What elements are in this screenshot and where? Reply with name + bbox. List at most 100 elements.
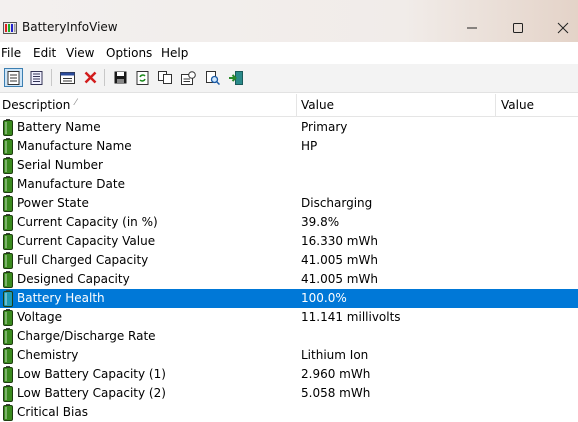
battery-icon [3, 195, 13, 212]
menu-options[interactable]: Options [106, 46, 152, 60]
menu-view[interactable]: View [66, 46, 94, 60]
list-item-description: Charge/Discharge Rate [17, 329, 156, 343]
battery-icon [3, 347, 13, 364]
list-item-description: Power State [17, 196, 89, 210]
battery-icon [3, 404, 13, 421]
list-item[interactable]: Voltage 11.141 millivolts [0, 308, 578, 327]
refresh-icon [136, 70, 149, 85]
list-item-value: Primary [301, 120, 348, 134]
list-item[interactable]: Current Capacity (in %) 39.8% [0, 213, 578, 232]
find-button[interactable] [203, 68, 222, 87]
list-item-description: Manufacture Date [17, 177, 125, 191]
toolbar [0, 64, 578, 93]
html-report-button[interactable] [179, 68, 198, 87]
battery-icon [3, 309, 13, 326]
list-item-value: 11.141 millivolts [301, 310, 401, 324]
battery-log-view-icon [30, 70, 43, 85]
list-item[interactable]: Battery Name Primary [0, 118, 578, 137]
list-item-value: 2.960 mWh [301, 367, 371, 381]
properties-button[interactable] [58, 68, 77, 87]
column-header-value[interactable]: Value [301, 98, 334, 112]
maximize-button[interactable] [495, 14, 541, 42]
list-item-value: 41.005 mWh [301, 253, 378, 267]
list-item-value: 16.330 mWh [301, 234, 378, 248]
list-item-description: Low Battery Capacity (1) [17, 367, 166, 381]
menu-file[interactable]: File [1, 46, 21, 60]
list-item[interactable]: Current Capacity Value 16.330 mWh [0, 232, 578, 251]
column-header-value-2[interactable]: Value [501, 98, 534, 112]
list-item-description: Designed Capacity [17, 272, 130, 286]
list-item[interactable]: Designed Capacity 41.005 mWh [0, 270, 578, 289]
list-item-value: HP [301, 139, 318, 153]
battery-icon [3, 138, 13, 155]
refresh-button[interactable] [133, 68, 152, 87]
battery-icon [3, 271, 13, 288]
list-item-value: 41.005 mWh [301, 272, 378, 286]
close-button[interactable] [540, 14, 578, 42]
html-report-icon [181, 70, 196, 85]
battery-icon [3, 366, 13, 383]
window-title: BatteryInfoView [22, 20, 118, 34]
list-item[interactable]: Manufacture Name HP [0, 137, 578, 156]
menu-help[interactable]: Help [161, 46, 188, 60]
maximize-icon [513, 23, 523, 33]
battery-info-view-button[interactable] [4, 68, 23, 87]
minimize-icon [467, 27, 477, 29]
battery-icon [3, 214, 13, 231]
battery-icon [3, 157, 13, 174]
exit-icon [228, 70, 243, 85]
list-item-description: Current Capacity (in %) [17, 215, 158, 229]
delete-button[interactable] [81, 68, 100, 87]
battery-icon [3, 252, 13, 269]
list-item-description: Serial Number [17, 158, 103, 172]
list-item[interactable]: Manufacture Date [0, 175, 578, 194]
battery-log-view-button[interactable] [27, 68, 46, 87]
list-item-value: 5.058 mWh [301, 386, 371, 400]
copy-icon [158, 71, 172, 84]
list-item[interactable]: Power State Discharging [0, 194, 578, 213]
list-item[interactable]: Critical Bias [0, 403, 578, 422]
battery-icon [3, 328, 13, 345]
menu-bar: File Edit View Options Help [0, 42, 578, 64]
list-item[interactable]: Low Battery Capacity (2) 5.058 mWh [0, 384, 578, 403]
list-item[interactable]: Full Charged Capacity 41.005 mWh [0, 251, 578, 270]
sort-indicator: ⁄ [75, 98, 77, 108]
list-item-value: Lithium Ion [301, 348, 369, 362]
list-item[interactable]: Low Battery Capacity (1) 2.960 mWh [0, 365, 578, 384]
save-icon [114, 71, 127, 84]
list-item-description: Battery Name [17, 120, 101, 134]
title-bar: BatteryInfoView [0, 0, 578, 42]
find-icon [205, 70, 220, 85]
save-button[interactable] [111, 68, 130, 87]
list-item-value: 39.8% [301, 215, 340, 229]
battery-icon [3, 233, 13, 250]
column-header-description[interactable]: Description [2, 98, 70, 112]
list-item[interactable]: Battery Health 100.0% [0, 289, 578, 308]
menu-edit[interactable]: Edit [33, 46, 56, 60]
battery-icon [3, 385, 13, 402]
exit-button[interactable] [226, 68, 245, 87]
copy-button[interactable] [156, 68, 175, 87]
list-item[interactable]: Serial Number [0, 156, 578, 175]
list-item-description: Chemistry [17, 348, 79, 362]
close-icon [557, 22, 569, 34]
list-item[interactable]: Chemistry Lithium Ion [0, 346, 578, 365]
minimize-button[interactable] [449, 14, 495, 42]
list-item-value: Discharging [301, 196, 373, 210]
battery-info-view-icon [7, 70, 20, 85]
battery-icon [3, 290, 13, 307]
list-item-description: Voltage [17, 310, 63, 324]
column-header: Description ⁄ Value Value [0, 94, 578, 117]
list-item[interactable]: Charge/Discharge Rate [0, 327, 578, 346]
battery-icon [3, 176, 13, 193]
list-item-description: Current Capacity Value [17, 234, 156, 248]
list-item-description: Full Charged Capacity [17, 253, 149, 267]
list-item-description: Battery Health [17, 291, 105, 305]
list-item-description: Critical Bias [17, 405, 88, 419]
battery-icon [3, 119, 13, 136]
properties-icon [60, 71, 75, 84]
delete-icon [84, 71, 97, 84]
list-item-description: Low Battery Capacity (2) [17, 386, 166, 400]
list-item-description: Manufacture Name [17, 139, 132, 153]
list-item-value: 100.0% [301, 291, 347, 305]
